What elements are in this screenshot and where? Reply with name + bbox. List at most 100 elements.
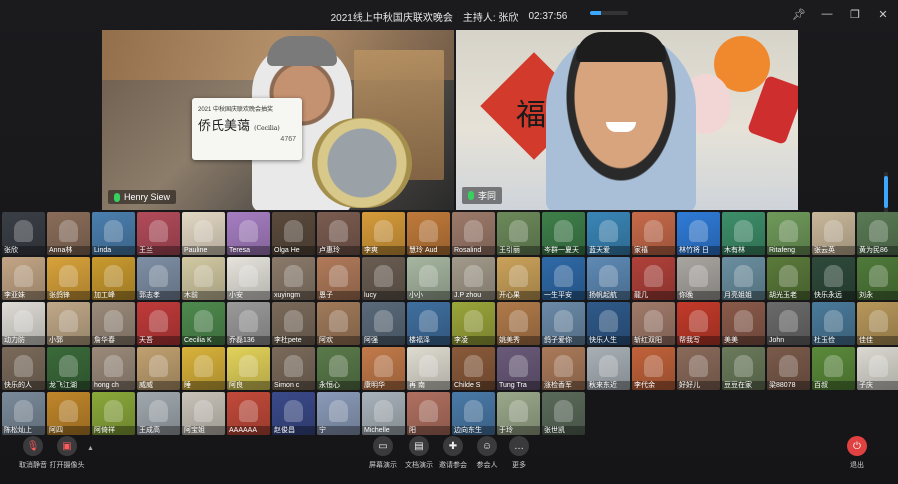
close-icon[interactable]: ✕ — [876, 8, 890, 21]
participant-tile[interactable]: 乔磊136 — [227, 302, 270, 345]
participant-tile[interactable]: 康明华 — [362, 347, 405, 390]
participant-tile[interactable]: 快乐永远 — [812, 257, 855, 300]
camera-button[interactable]: ▣ 打开摄像头 — [42, 436, 92, 470]
participant-tile[interactable]: 张鸽锋 — [47, 257, 90, 300]
participant-tile[interactable]: Teresa — [227, 212, 270, 255]
participant-tile[interactable]: hong ch — [92, 347, 135, 390]
participant-tile[interactable]: 詹华春 — [92, 302, 135, 345]
participant-tile[interactable]: 天吾 — [137, 302, 180, 345]
participant-tile[interactable]: 于玲 — [497, 392, 540, 435]
participant-tile[interactable]: 涨检香军 — [542, 347, 585, 390]
speaker-video-li[interactable]: 福 李同 — [456, 30, 798, 210]
participant-tile[interactable]: 扬帆起航 — [587, 257, 630, 300]
participant-tile[interactable]: 恩子 — [317, 257, 360, 300]
participant-tile[interactable]: 鸽子爱你 — [542, 302, 585, 345]
participant-tile[interactable]: 动力防 — [2, 302, 45, 345]
participant-tile[interactable]: 岑群一夏天 — [542, 212, 585, 255]
participant-tile[interactable]: 梁88078 — [767, 347, 810, 390]
participant-tile[interactable]: Tung Tra — [497, 347, 540, 390]
participant-tile[interactable]: 秋来东近 — [587, 347, 630, 390]
minimize-icon[interactable]: — — [820, 8, 834, 21]
participant-tile[interactable]: 边向东生 — [452, 392, 495, 435]
participant-tile[interactable]: 宁 — [317, 392, 360, 435]
participant-tile[interactable]: 豆豆在家 — [722, 347, 765, 390]
scrollbar-thumb[interactable] — [884, 176, 888, 208]
participant-tile[interactable]: 佳佳 — [857, 302, 898, 345]
participant-tile[interactable]: 龍几 — [632, 257, 675, 300]
participant-tile[interactable]: 龙飞江湖 — [47, 347, 90, 390]
participant-tile[interactable]: 阿强 — [362, 302, 405, 345]
participant-tile[interactable]: Simon c — [272, 347, 315, 390]
participant-tile[interactable]: 好好儿 — [677, 347, 720, 390]
participant-tile[interactable]: 开心果 — [497, 257, 540, 300]
participant-tile[interactable]: AAAAAA — [227, 392, 270, 435]
participant-tile[interactable]: 斩红双阳 — [632, 302, 675, 345]
participant-tile[interactable]: Olga He — [272, 212, 315, 255]
participant-tile[interactable]: 李代余 — [632, 347, 675, 390]
participant-tile[interactable]: xuyingm — [272, 257, 315, 300]
participant-tile[interactable]: 张世凯 — [542, 392, 585, 435]
participant-tile[interactable]: 李凌 — [452, 302, 495, 345]
participant-tile[interactable]: 李亚妹 — [2, 257, 45, 300]
leave-button[interactable]: ⏻ 退出 — [832, 436, 882, 470]
speaker-video-henry[interactable]: 2021 中秋国庆联欢晚会抽奖 侨氏美蔼 (Cecilia) 4767 Henr… — [102, 30, 454, 210]
participant-tile[interactable]: Michelle — [362, 392, 405, 435]
participant-tile[interactable]: Rosalind — [452, 212, 495, 255]
participant-tile[interactable]: 阿宝姐 — [182, 392, 225, 435]
participant-tile[interactable]: 黄为民86 — [857, 212, 898, 255]
participant-tile[interactable]: 威威 — [137, 347, 180, 390]
participant-tile[interactable]: 家禧 — [632, 212, 675, 255]
participant-tile[interactable]: 刘永 — [857, 257, 898, 300]
participant-tile[interactable]: 睡 — [182, 347, 225, 390]
participant-tile[interactable]: 阿良 — [227, 347, 270, 390]
participant-tile[interactable]: 李杜pete — [272, 302, 315, 345]
participant-tile[interactable]: 王成高 — [137, 392, 180, 435]
participant-tile[interactable]: 帮我写 — [677, 302, 720, 345]
participant-tile[interactable]: 阿欢 — [317, 302, 360, 345]
participant-tile[interactable]: John — [767, 302, 810, 345]
participant-tile[interactable]: 加工峰 — [92, 257, 135, 300]
participant-tile[interactable]: 木有林 — [722, 212, 765, 255]
participant-tile[interactable]: Linda — [92, 212, 135, 255]
participant-tile[interactable]: 月亮姐姐 — [722, 257, 765, 300]
pin-icon[interactable]: 📌︎ — [792, 8, 806, 21]
participant-tile[interactable]: 百叔 — [812, 347, 855, 390]
participant-tile[interactable]: 快乐人生 — [587, 302, 630, 345]
participant-tile[interactable]: 张欣 — [2, 212, 45, 255]
participant-tile[interactable]: 小郭 — [47, 302, 90, 345]
chevron-up-icon[interactable]: ▲ — [87, 445, 94, 452]
participant-tile[interactable]: 杜玉俭 — [812, 302, 855, 345]
participant-tile[interactable]: 王引丽 — [497, 212, 540, 255]
participant-tile[interactable]: 楼福泽 — [407, 302, 450, 345]
participant-tile[interactable]: 李爽 — [362, 212, 405, 255]
participant-tile[interactable]: Anna林 — [47, 212, 90, 255]
participant-tile[interactable]: 王兰 — [137, 212, 180, 255]
participant-tile[interactable]: 木前 — [182, 257, 225, 300]
participant-tile[interactable]: 胡光玉老 — [767, 257, 810, 300]
participant-tile[interactable]: Ritafeng — [767, 212, 810, 255]
participant-tile[interactable]: 林竹将 日 — [677, 212, 720, 255]
participant-tile[interactable]: 郭志孝 — [137, 257, 180, 300]
participant-tile[interactable]: 小小 — [407, 257, 450, 300]
more-button[interactable]: … 更多 — [494, 436, 544, 470]
participant-tile[interactable]: 美美 — [722, 302, 765, 345]
participant-tile[interactable]: 一生平安 — [542, 257, 585, 300]
participant-tile[interactable]: 阳 — [407, 392, 450, 435]
participant-tile[interactable]: 张云英 — [812, 212, 855, 255]
participant-tile[interactable]: 再 南 — [407, 347, 450, 390]
participant-tile[interactable]: 阿倚祥 — [92, 392, 135, 435]
participant-tile[interactable]: 你晚 — [677, 257, 720, 300]
participant-tile[interactable]: lucy — [362, 257, 405, 300]
participant-tile[interactable]: Cecilia K — [182, 302, 225, 345]
participant-tile[interactable]: 快乐的人 — [2, 347, 45, 390]
participant-tile[interactable]: 阿四 — [47, 392, 90, 435]
participant-tile[interactable]: 永恒心 — [317, 347, 360, 390]
participant-tile[interactable]: 子庆 — [857, 347, 898, 390]
participant-tile[interactable]: 蓝天爱 — [587, 212, 630, 255]
participant-tile[interactable]: 小安 — [227, 257, 270, 300]
participant-tile[interactable]: Pauline — [182, 212, 225, 255]
participant-tile[interactable]: 赵俊昌 — [272, 392, 315, 435]
restore-icon[interactable]: ❐ — [848, 8, 862, 21]
participant-tile[interactable]: Childe S — [452, 347, 495, 390]
participant-tile[interactable]: 卢惠玲 — [317, 212, 360, 255]
